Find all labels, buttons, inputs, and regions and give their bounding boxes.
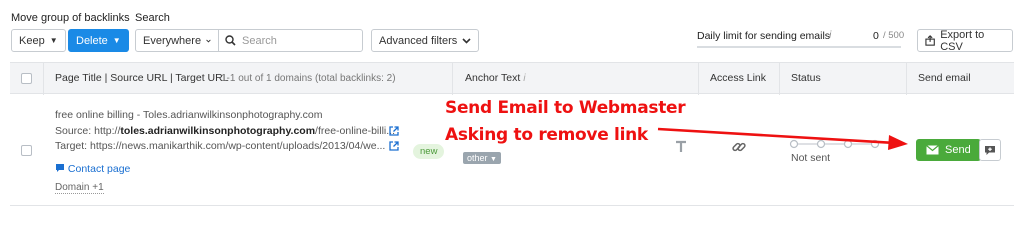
daily-limit-max: / 500 [883, 30, 905, 41]
info-icon: i [829, 29, 832, 41]
export-label: Export to CSV [940, 28, 985, 53]
header-access-link: Access Link [710, 72, 767, 84]
annotation-line-2: Asking to remove link [445, 125, 648, 145]
row-source-domain: toles.adrianwilkinsonphotography.com [120, 125, 316, 137]
envelope-icon [926, 145, 939, 155]
row-checkbox[interactable] [21, 145, 32, 156]
table-header: Page Title | Source URL | Target URL 1-1… [10, 62, 1014, 95]
search-input[interactable]: Search [218, 29, 363, 52]
chevron-down-icon [462, 37, 471, 44]
column-divider [452, 63, 453, 95]
row-target[interactable]: Target: https://news.manikarthik.com/wp-… [55, 140, 385, 152]
daily-limit-value: 0 [873, 30, 879, 42]
header-page-title[interactable]: Page Title | Source URL | Target URL [55, 72, 229, 84]
header-anchor-label: Anchor Text [465, 72, 521, 84]
daily-limit-label: Daily limit for sending emails [697, 30, 831, 42]
chat-icon [56, 164, 64, 172]
contact-page-link[interactable]: Contact page [55, 163, 130, 175]
send-label: Send [945, 144, 971, 156]
search-icon [225, 35, 236, 46]
row-source[interactable]: Source: http://toles.adrianwilkinsonphot… [55, 125, 395, 137]
keep-label: Keep [19, 34, 45, 47]
chevron-down-icon: ▼ [112, 36, 121, 45]
row-source-rest: /free-online-billi... [315, 125, 395, 137]
annotation-line-1: Send Email to Webmaster [445, 98, 686, 118]
search-label: Search [135, 12, 170, 24]
advanced-filters-button[interactable]: Advanced filters [371, 29, 480, 52]
info-icon: i [523, 72, 526, 84]
column-divider [906, 63, 907, 95]
row-source-prefix: Source: http:// [55, 125, 121, 137]
scope-select[interactable]: Everywhere [135, 29, 219, 52]
new-badge: new [413, 144, 445, 159]
export-icon [925, 35, 935, 46]
advanced-filters-label: Advanced filters [379, 34, 458, 47]
status-text: Not sent [791, 152, 831, 164]
header-count: 1-1 out of 1 domains (total backlinks: 2… [221, 73, 396, 84]
header-send-email: Send email [918, 72, 971, 84]
anchor-type-label: other [467, 153, 488, 163]
anchor-type-badge[interactable]: other ▼ [463, 152, 501, 164]
keep-dropdown[interactable]: Keep ▼ [11, 29, 66, 52]
contact-page-label: Contact page [67, 163, 131, 175]
delete-dropdown[interactable]: Delete ▼ [68, 29, 129, 52]
header-status: Status [791, 72, 821, 84]
header-anchor-text[interactable]: Anchor Text i [465, 72, 526, 84]
message-template-button[interactable] [979, 139, 1001, 161]
chevron-down-icon: ▼ [49, 36, 58, 45]
row-page-title: free online billing - Toles.adrianwilkin… [55, 109, 323, 121]
send-email-button[interactable]: Send [916, 139, 981, 161]
export-csv-button[interactable]: Export to CSV [917, 28, 1013, 53]
column-divider [698, 63, 699, 95]
comment-plus-icon [985, 145, 995, 155]
select-all-checkbox[interactable] [21, 73, 32, 84]
domain-more-link[interactable]: Domain +1 [55, 182, 104, 194]
move-group-label: Move group of backlinks [11, 12, 130, 24]
external-link-icon[interactable] [389, 126, 399, 136]
external-link-icon[interactable] [389, 141, 399, 151]
scope-value: Everywhere [143, 34, 202, 47]
chevron-down-icon [206, 39, 211, 42]
search-placeholder: Search [242, 34, 277, 47]
column-divider [43, 63, 44, 95]
delete-label: Delete [76, 34, 108, 47]
annotation-arrow [657, 127, 908, 150]
column-divider [779, 63, 780, 95]
daily-limit-bar [697, 46, 901, 48]
chevron-down-icon: ▼ [490, 156, 497, 163]
